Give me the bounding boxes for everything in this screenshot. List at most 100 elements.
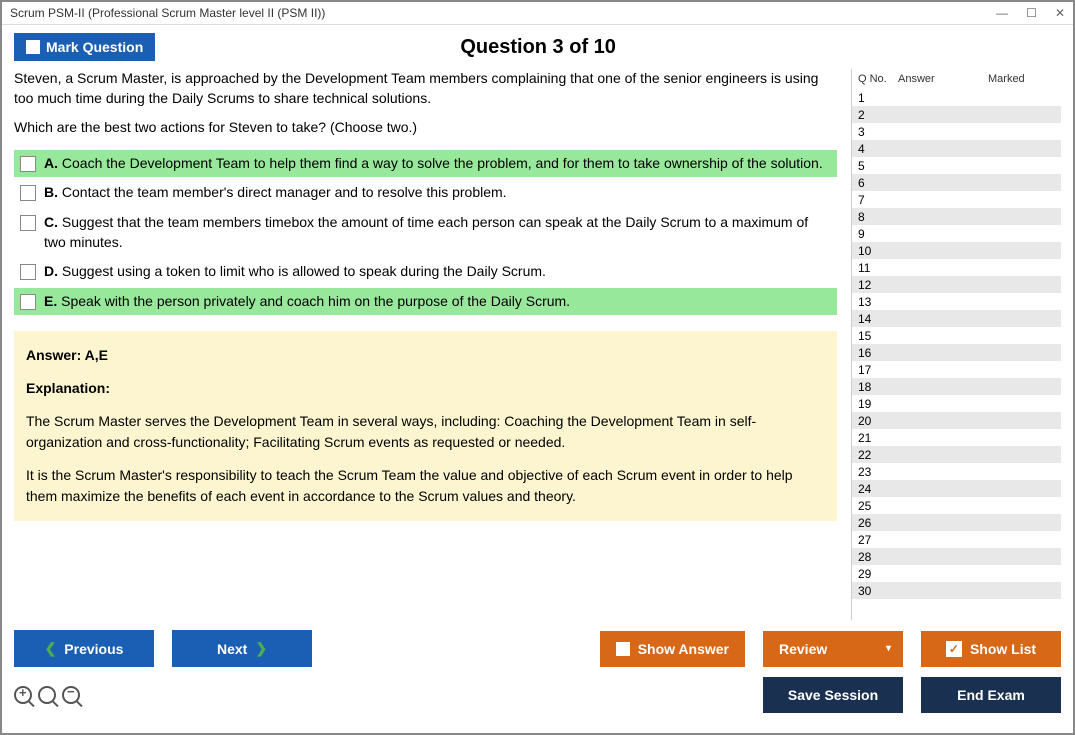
option-D[interactable]: D. Suggest using a token to limit who is… [14, 258, 837, 286]
option-text: D. Suggest using a token to limit who is… [44, 262, 831, 282]
question-row-19[interactable]: 19 [852, 395, 1061, 412]
col-marked-header: Marked [988, 73, 1055, 85]
close-icon[interactable]: ✕ [1055, 6, 1065, 20]
review-button[interactable]: Review ▾ [763, 631, 903, 667]
session-button-row: Save Session End Exam [14, 677, 1061, 713]
col-qno-header: Q No. [858, 73, 898, 85]
explanation-p2: It is the Scrum Master's responsibility … [26, 465, 825, 507]
next-button[interactable]: Next ❯ [172, 630, 312, 667]
chevron-left-icon: ❮ [45, 640, 57, 657]
question-counter: Question 3 of 10 [155, 36, 921, 59]
app-window: Scrum PSM-II (Professional Scrum Master … [0, 0, 1075, 735]
question-para2: Which are the best two actions for Steve… [14, 118, 837, 138]
question-text: Steven, a Scrum Master, is approached by… [14, 69, 837, 138]
nav-button-row: ❮ Previous Next ❯ Show Answer Review ▾ ✓… [14, 630, 1061, 667]
checkbox-icon[interactable] [20, 264, 36, 280]
check-icon: ✓ [946, 641, 962, 657]
question-row-5[interactable]: 5 [852, 157, 1061, 174]
question-row-17[interactable]: 17 [852, 361, 1061, 378]
question-row-25[interactable]: 25 [852, 497, 1061, 514]
question-row-16[interactable]: 16 [852, 344, 1061, 361]
titlebar: Scrum PSM-II (Professional Scrum Master … [2, 2, 1073, 25]
bottom-bar: ❮ Previous Next ❯ Show Answer Review ▾ ✓… [2, 620, 1073, 733]
checkbox-icon[interactable] [20, 215, 36, 231]
question-row-7[interactable]: 7 [852, 191, 1061, 208]
checkbox-icon[interactable] [20, 156, 36, 172]
checkbox-icon[interactable] [20, 185, 36, 201]
mark-question-button[interactable]: Mark Question [14, 33, 155, 61]
show-answer-label: Show Answer [638, 641, 729, 657]
question-row-22[interactable]: 22 [852, 446, 1061, 463]
chevron-down-icon: ▾ [886, 643, 891, 654]
previous-label: Previous [64, 641, 123, 657]
explanation-label: Explanation: [26, 380, 110, 396]
question-para1: Steven, a Scrum Master, is approached by… [14, 69, 837, 108]
question-row-11[interactable]: 11 [852, 259, 1061, 276]
main-row: Steven, a Scrum Master, is approached by… [2, 69, 1073, 620]
question-row-1[interactable]: 1 [852, 89, 1061, 106]
header-row: Mark Question Question 3 of 10 [2, 25, 1073, 69]
zoom-controls [14, 686, 80, 704]
col-answer-header: Answer [898, 73, 988, 85]
zoom-out-icon[interactable] [62, 686, 80, 704]
question-row-30[interactable]: 30 [852, 582, 1061, 599]
question-row-2[interactable]: 2 [852, 106, 1061, 123]
question-row-26[interactable]: 26 [852, 514, 1061, 531]
option-B[interactable]: B. Contact the team member's direct mana… [14, 179, 837, 207]
review-label: Review [779, 641, 827, 657]
zoom-in-icon[interactable] [14, 686, 32, 704]
next-label: Next [217, 641, 247, 657]
question-row-9[interactable]: 9 [852, 225, 1061, 242]
minimize-icon[interactable]: — [996, 6, 1008, 20]
question-row-21[interactable]: 21 [852, 429, 1061, 446]
question-list-header: Q No. Answer Marked [852, 69, 1061, 89]
maximize-icon[interactable]: ☐ [1026, 6, 1037, 20]
question-row-12[interactable]: 12 [852, 276, 1061, 293]
option-A[interactable]: A. Coach the Development Team to help th… [14, 150, 837, 178]
option-text: C. Suggest that the team members timebox… [44, 213, 831, 252]
question-row-6[interactable]: 6 [852, 174, 1061, 191]
square-icon [616, 642, 630, 656]
question-row-20[interactable]: 20 [852, 412, 1061, 429]
end-exam-label: End Exam [957, 687, 1025, 703]
zoom-reset-icon[interactable] [38, 686, 56, 704]
option-C[interactable]: C. Suggest that the team members timebox… [14, 209, 837, 256]
show-list-button[interactable]: ✓ Show List [921, 631, 1061, 667]
question-row-4[interactable]: 4 [852, 140, 1061, 157]
question-row-3[interactable]: 3 [852, 123, 1061, 140]
question-row-18[interactable]: 18 [852, 378, 1061, 395]
question-list[interactable]: 1234567891011121314151617181920212223242… [852, 89, 1061, 620]
question-list-panel: Q No. Answer Marked 12345678910111213141… [851, 69, 1061, 620]
option-E[interactable]: E. Speak with the person privately and c… [14, 288, 837, 316]
save-session-button[interactable]: Save Session [763, 677, 903, 713]
window-controls: — ☐ ✕ [996, 6, 1065, 20]
answer-explanation: Answer: A,E Explanation: The Scrum Maste… [14, 331, 837, 521]
chevron-right-icon: ❯ [255, 640, 267, 657]
window-title: Scrum PSM-II (Professional Scrum Master … [10, 6, 325, 20]
end-exam-button[interactable]: End Exam [921, 677, 1061, 713]
question-row-13[interactable]: 13 [852, 293, 1061, 310]
question-row-10[interactable]: 10 [852, 242, 1061, 259]
option-text: E. Speak with the person privately and c… [44, 292, 831, 312]
option-text: B. Contact the team member's direct mana… [44, 183, 831, 203]
question-row-14[interactable]: 14 [852, 310, 1061, 327]
square-icon [26, 40, 40, 54]
show-list-label: Show List [970, 641, 1036, 657]
question-row-8[interactable]: 8 [852, 208, 1061, 225]
question-row-24[interactable]: 24 [852, 480, 1061, 497]
mark-question-label: Mark Question [46, 39, 143, 55]
explanation-p1: The Scrum Master serves the Development … [26, 411, 825, 453]
options-list: A. Coach the Development Team to help th… [14, 150, 837, 316]
show-answer-button[interactable]: Show Answer [600, 631, 745, 667]
question-row-27[interactable]: 27 [852, 531, 1061, 548]
question-row-29[interactable]: 29 [852, 565, 1061, 582]
save-session-label: Save Session [788, 687, 878, 703]
question-row-15[interactable]: 15 [852, 327, 1061, 344]
option-text: A. Coach the Development Team to help th… [44, 154, 831, 174]
previous-button[interactable]: ❮ Previous [14, 630, 154, 667]
answer-label: Answer: A,E [26, 347, 108, 363]
checkbox-icon[interactable] [20, 294, 36, 310]
question-row-28[interactable]: 28 [852, 548, 1061, 565]
question-pane: Steven, a Scrum Master, is approached by… [14, 69, 841, 620]
question-row-23[interactable]: 23 [852, 463, 1061, 480]
